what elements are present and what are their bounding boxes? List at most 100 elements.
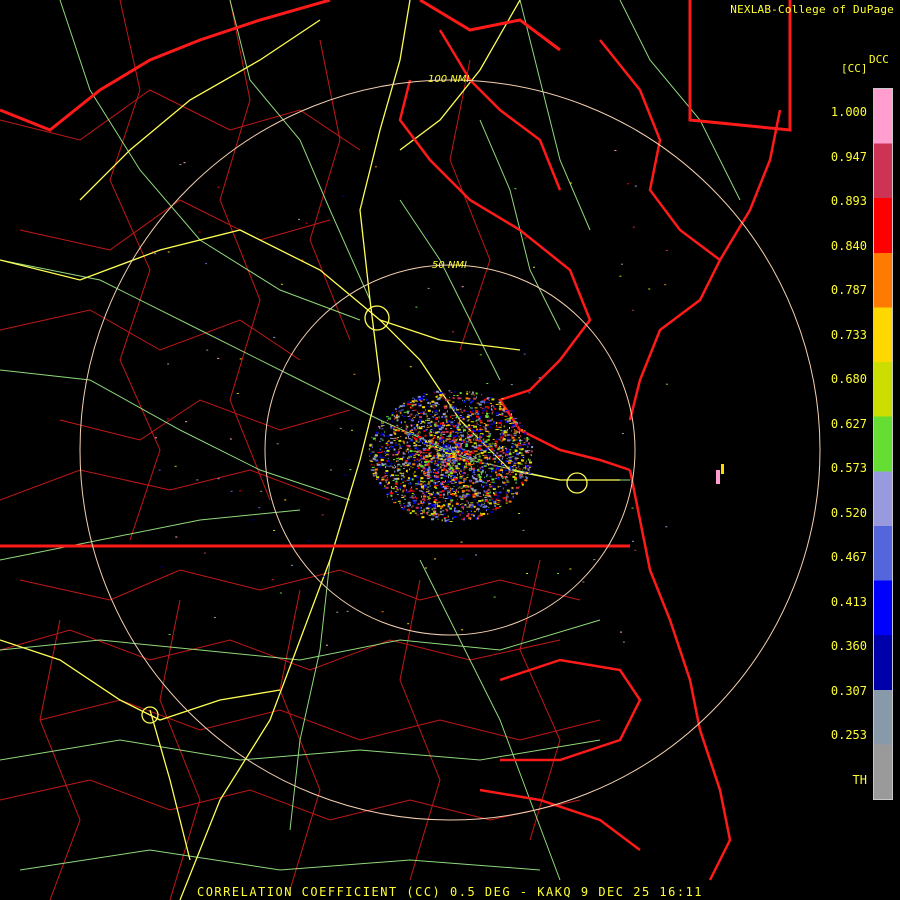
echo-pixel: [499, 405, 502, 408]
echo-pixel: [401, 478, 403, 480]
echo-pixel: [515, 467, 518, 469]
echo-pixel: [443, 454, 445, 455]
echo-pixel: [407, 441, 409, 444]
echo-pixel: [406, 446, 410, 448]
echo-pixel: [527, 459, 531, 461]
echo-pixel: [400, 504, 402, 507]
echo-pixel: [506, 448, 510, 451]
echo-pixel: [397, 465, 398, 468]
echo-pixel: [515, 469, 517, 471]
echo-pixel: [465, 405, 466, 407]
echo-pixel: [512, 469, 515, 472]
echo-pixel: [634, 185, 637, 187]
echo-pixel: [437, 467, 440, 470]
echo-pixel: [497, 461, 500, 463]
echo-pixel: [489, 489, 491, 491]
echo-pixel: [499, 445, 500, 447]
echo-pixel: [528, 466, 531, 468]
echo-pixel: [413, 427, 416, 430]
echo-pixel: [463, 409, 466, 412]
echo-pixel: [465, 397, 469, 400]
echo-pixel: [428, 453, 431, 455]
echo-pixel: [487, 454, 490, 457]
echo-pixel: [482, 506, 486, 509]
echo-pixel: [416, 400, 418, 402]
echo-pixel: [499, 433, 501, 435]
echo-pixel: [420, 465, 424, 468]
echo-pixel: [394, 477, 398, 480]
echo-pixel: [438, 416, 440, 418]
echo-pixel: [491, 412, 493, 415]
echo-pixel: [526, 573, 529, 574]
echo-pixel: [375, 440, 377, 441]
echo-pixel: [483, 490, 486, 493]
echo-pixel: [432, 416, 435, 418]
echo-pixel: [492, 458, 494, 461]
echo-pixel: [430, 420, 433, 423]
echo-pixel: [425, 456, 429, 458]
echo-pixel: [474, 477, 478, 480]
echo-pixel: [402, 508, 405, 510]
echo-pixel: [396, 415, 400, 418]
echo-pixel: [462, 495, 464, 498]
echo-pixel: [475, 489, 477, 492]
echo-pixel: [387, 440, 390, 442]
echo-pixel: [439, 394, 443, 397]
echo-pixel: [433, 423, 436, 426]
echo-pixel: [459, 420, 461, 423]
echo-pixel: [530, 454, 532, 457]
echo-pixel: [423, 439, 426, 442]
echo-pixel: [474, 413, 478, 415]
echo-pixel: [433, 473, 436, 475]
echo-pixel: [437, 501, 441, 503]
echo-pixel: [435, 501, 437, 504]
echo-pixel: [458, 448, 462, 450]
echo-pixel: [154, 253, 157, 255]
echo-pixel: [486, 480, 489, 482]
echo-pixel: [513, 434, 517, 436]
echo-pixel: [442, 510, 445, 512]
echo-pixel: [492, 442, 494, 445]
echo-pixel: [326, 644, 328, 646]
echo-pixel: [484, 484, 488, 487]
echo-pixel: [438, 514, 440, 517]
echo-pixel: [523, 444, 526, 446]
echo-pixel: [510, 455, 512, 457]
echo-pixel: [413, 433, 415, 434]
echo-pixel: [426, 439, 428, 442]
echo-pixel: [498, 447, 501, 449]
echo-pixel: [505, 451, 509, 453]
echo-pixel: [405, 451, 407, 452]
echo-pixel: [508, 419, 511, 422]
echo-pixel: [411, 506, 413, 509]
echo-pixel: [511, 462, 513, 465]
echo-pixel: [468, 439, 471, 441]
echo-pixel: [472, 451, 475, 453]
echo-pixel: [414, 415, 416, 417]
echo-pixel: [477, 489, 479, 491]
echo-pixel: [426, 511, 429, 513]
echo-pixel: [446, 469, 447, 471]
echo-pixel: [435, 412, 437, 413]
echo-pixel: [346, 459, 349, 461]
echo-pixel: [433, 486, 437, 488]
echo-pixel: [423, 480, 426, 482]
echo-pixel: [447, 493, 449, 496]
echo-pixel: [487, 419, 490, 422]
echo-pixel: [519, 435, 521, 438]
echo-pixel: [415, 430, 417, 433]
echo-pixel: [428, 442, 430, 445]
echo-pixel: [473, 434, 475, 436]
echo-pixel: [632, 540, 634, 542]
echo-pixel: [526, 470, 528, 472]
echo-pixel: [484, 440, 488, 443]
echo-pixel: [425, 429, 428, 431]
echo-pixel: [483, 408, 487, 410]
echo-pixel: [476, 415, 479, 418]
echo-pixel: [415, 441, 419, 443]
echo-pixel: [496, 495, 500, 497]
echo-pixel: [473, 442, 477, 445]
echo-pixel: [405, 437, 407, 439]
credit-text: NEXLAB-College of DuPage: [730, 3, 894, 16]
echo-pixel: [456, 438, 458, 441]
